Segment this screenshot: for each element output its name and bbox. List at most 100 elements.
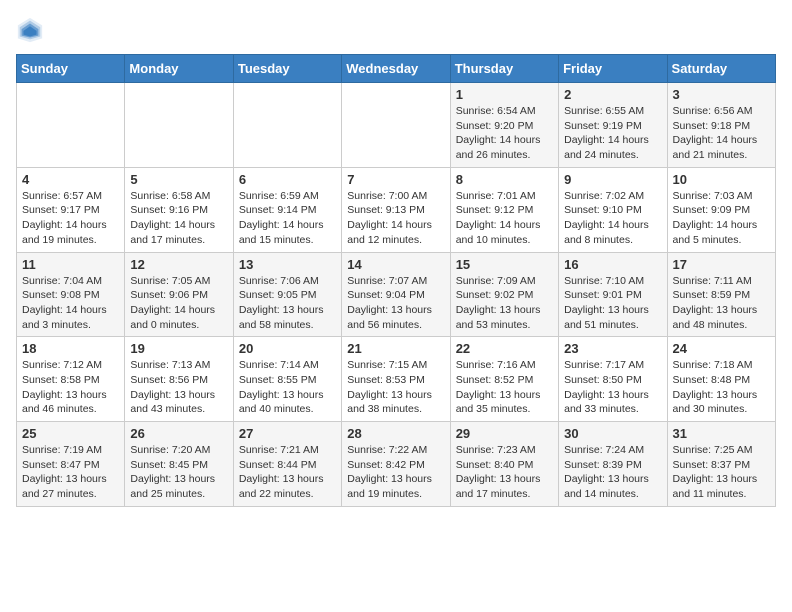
day-info: Sunrise: 7:03 AM Sunset: 9:09 PM Dayligh… — [673, 189, 770, 248]
day-info: Sunrise: 6:56 AM Sunset: 9:18 PM Dayligh… — [673, 104, 770, 163]
day-info: Sunrise: 7:21 AM Sunset: 8:44 PM Dayligh… — [239, 443, 336, 502]
day-number: 27 — [239, 426, 336, 441]
day-number: 1 — [456, 87, 553, 102]
calendar-day-cell: 16 Sunrise: 7:10 AM Sunset: 9:01 PM Dayli… — [559, 252, 667, 337]
day-number: 7 — [347, 172, 444, 187]
day-of-week-header: Saturday — [667, 55, 775, 83]
day-number: 10 — [673, 172, 770, 187]
day-info: Sunrise: 7:11 AM Sunset: 8:59 PM Dayligh… — [673, 274, 770, 333]
calendar-day-cell: 19Sunrise: 7:13 AM Sunset: 8:56 PM Dayli… — [125, 337, 233, 422]
day-number: 3 — [673, 87, 770, 102]
calendar-week-row: 4 Sunrise: 6:57 AM Sunset: 9:17 PM Daylig… — [17, 167, 776, 252]
day-number: 17 — [673, 257, 770, 272]
day-number: 6 — [239, 172, 336, 187]
calendar-day-cell: 3 Sunrise: 6:56 AM Sunset: 9:18 PM Daylig… — [667, 83, 775, 168]
day-number: 2 — [564, 87, 661, 102]
day-number: 24 — [673, 341, 770, 356]
calendar-day-cell: 28 Sunrise: 7:22 AM Sunset: 8:42 PM Dayli… — [342, 422, 450, 507]
day-info: Sunrise: 7:23 AM Sunset: 8:40 PM Dayligh… — [456, 443, 553, 502]
day-number: 23 — [564, 341, 661, 356]
day-of-week-header: Monday — [125, 55, 233, 83]
day-number: 30 — [564, 426, 661, 441]
day-of-week-header: Friday — [559, 55, 667, 83]
day-info: Sunrise: 7:17 AM Sunset: 8:50 PM Dayligh… — [564, 358, 661, 417]
day-info: Sunrise: 7:24 AM Sunset: 8:39 PM Dayligh… — [564, 443, 661, 502]
day-info: Sunrise: 7:16 AM Sunset: 8:52 PM Dayligh… — [456, 358, 553, 417]
day-number: 28 — [347, 426, 444, 441]
calendar-day-cell: 1Sunrise: 6:54 AM Sunset: 9:20 PM Daylig… — [450, 83, 558, 168]
day-of-week-header: Tuesday — [233, 55, 341, 83]
calendar-day-cell: 10 Sunrise: 7:03 AM Sunset: 9:09 PM Dayli… — [667, 167, 775, 252]
day-info: Sunrise: 7:10 AM Sunset: 9:01 PM Dayligh… — [564, 274, 661, 333]
day-info: Sunrise: 7:07 AM Sunset: 9:04 PM Dayligh… — [347, 274, 444, 333]
calendar-day-cell: 7 Sunrise: 7:00 AM Sunset: 9:13 PM Daylig… — [342, 167, 450, 252]
calendar-day-cell: 12 Sunrise: 7:05 AM Sunset: 9:06 PM Dayli… — [125, 252, 233, 337]
logo — [16, 16, 48, 44]
calendar-day-cell — [17, 83, 125, 168]
calendar-day-cell: 8 Sunrise: 7:01 AM Sunset: 9:12 PM Daylig… — [450, 167, 558, 252]
day-number: 8 — [456, 172, 553, 187]
day-number: 4 — [22, 172, 119, 187]
calendar-day-cell: 6 Sunrise: 6:59 AM Sunset: 9:14 PM Daylig… — [233, 167, 341, 252]
calendar-day-cell: 15 Sunrise: 7:09 AM Sunset: 9:02 PM Dayli… — [450, 252, 558, 337]
calendar-day-cell: 31 Sunrise: 7:25 AM Sunset: 8:37 PM Dayli… — [667, 422, 775, 507]
calendar-week-row: 18 Sunrise: 7:12 AM Sunset: 8:58 PM Dayli… — [17, 337, 776, 422]
calendar-day-cell: 14 Sunrise: 7:07 AM Sunset: 9:04 PM Dayli… — [342, 252, 450, 337]
day-info: Sunrise: 7:15 AM Sunset: 8:53 PM Dayligh… — [347, 358, 444, 417]
day-number: 13 — [239, 257, 336, 272]
day-number: 25 — [22, 426, 119, 441]
day-number: 14 — [347, 257, 444, 272]
logo-icon — [16, 16, 44, 44]
day-of-week-header: Thursday — [450, 55, 558, 83]
day-info: Sunrise: 7:18 AM Sunset: 8:48 PM Dayligh… — [673, 358, 770, 417]
calendar-day-cell: 25 Sunrise: 7:19 AM Sunset: 8:47 PM Dayli… — [17, 422, 125, 507]
day-info: Sunrise: 6:59 AM Sunset: 9:14 PM Dayligh… — [239, 189, 336, 248]
calendar-day-cell — [342, 83, 450, 168]
calendar-day-cell — [125, 83, 233, 168]
calendar-day-cell: 11Sunrise: 7:04 AM Sunset: 9:08 PM Dayli… — [17, 252, 125, 337]
day-info: Sunrise: 6:58 AM Sunset: 9:16 PM Dayligh… — [130, 189, 227, 248]
calendar-day-cell: 21 Sunrise: 7:15 AM Sunset: 8:53 PM Dayli… — [342, 337, 450, 422]
day-info: Sunrise: 7:19 AM Sunset: 8:47 PM Dayligh… — [22, 443, 119, 502]
day-of-week-header: Wednesday — [342, 55, 450, 83]
calendar-day-cell: 17 Sunrise: 7:11 AM Sunset: 8:59 PM Dayli… — [667, 252, 775, 337]
day-number: 21 — [347, 341, 444, 356]
calendar-week-row: 11Sunrise: 7:04 AM Sunset: 9:08 PM Dayli… — [17, 252, 776, 337]
day-number: 12 — [130, 257, 227, 272]
calendar-day-cell: 26 Sunrise: 7:20 AM Sunset: 8:45 PM Dayli… — [125, 422, 233, 507]
day-number: 29 — [456, 426, 553, 441]
day-of-week-header: Sunday — [17, 55, 125, 83]
calendar-day-cell: 24 Sunrise: 7:18 AM Sunset: 8:48 PM Dayli… — [667, 337, 775, 422]
day-info: Sunrise: 7:02 AM Sunset: 9:10 PM Dayligh… — [564, 189, 661, 248]
day-number: 5 — [130, 172, 227, 187]
day-number: 9 — [564, 172, 661, 187]
day-info: Sunrise: 7:14 AM Sunset: 8:55 PM Dayligh… — [239, 358, 336, 417]
calendar-day-cell: 2Sunrise: 6:55 AM Sunset: 9:19 PM Daylig… — [559, 83, 667, 168]
day-number: 31 — [673, 426, 770, 441]
day-info: Sunrise: 7:00 AM Sunset: 9:13 PM Dayligh… — [347, 189, 444, 248]
day-number: 16 — [564, 257, 661, 272]
calendar-day-cell: 30 Sunrise: 7:24 AM Sunset: 8:39 PM Dayli… — [559, 422, 667, 507]
day-info: Sunrise: 7:25 AM Sunset: 8:37 PM Dayligh… — [673, 443, 770, 502]
day-info: Sunrise: 7:05 AM Sunset: 9:06 PM Dayligh… — [130, 274, 227, 333]
day-number: 26 — [130, 426, 227, 441]
day-number: 18 — [22, 341, 119, 356]
calendar-day-cell: 23 Sunrise: 7:17 AM Sunset: 8:50 PM Dayli… — [559, 337, 667, 422]
day-number: 15 — [456, 257, 553, 272]
day-info: Sunrise: 7:09 AM Sunset: 9:02 PM Dayligh… — [456, 274, 553, 333]
calendar-header-row: SundayMondayTuesdayWednesdayThursdayFrid… — [17, 55, 776, 83]
calendar-day-cell: 22Sunrise: 7:16 AM Sunset: 8:52 PM Dayli… — [450, 337, 558, 422]
day-number: 20 — [239, 341, 336, 356]
calendar-table: SundayMondayTuesdayWednesdayThursdayFrid… — [16, 54, 776, 507]
calendar-day-cell: 29 Sunrise: 7:23 AM Sunset: 8:40 PM Dayli… — [450, 422, 558, 507]
day-info: Sunrise: 7:22 AM Sunset: 8:42 PM Dayligh… — [347, 443, 444, 502]
calendar-day-cell: 13Sunrise: 7:06 AM Sunset: 9:05 PM Dayli… — [233, 252, 341, 337]
calendar-day-cell: 18 Sunrise: 7:12 AM Sunset: 8:58 PM Dayli… — [17, 337, 125, 422]
calendar-day-cell: 9 Sunrise: 7:02 AM Sunset: 9:10 PM Daylig… — [559, 167, 667, 252]
day-info: Sunrise: 6:57 AM Sunset: 9:17 PM Dayligh… — [22, 189, 119, 248]
day-info: Sunrise: 7:12 AM Sunset: 8:58 PM Dayligh… — [22, 358, 119, 417]
day-info: Sunrise: 7:04 AM Sunset: 9:08 PM Dayligh… — [22, 274, 119, 333]
day-info: Sunrise: 7:20 AM Sunset: 8:45 PM Dayligh… — [130, 443, 227, 502]
day-info: Sunrise: 7:01 AM Sunset: 9:12 PM Dayligh… — [456, 189, 553, 248]
page-header — [16, 16, 776, 44]
